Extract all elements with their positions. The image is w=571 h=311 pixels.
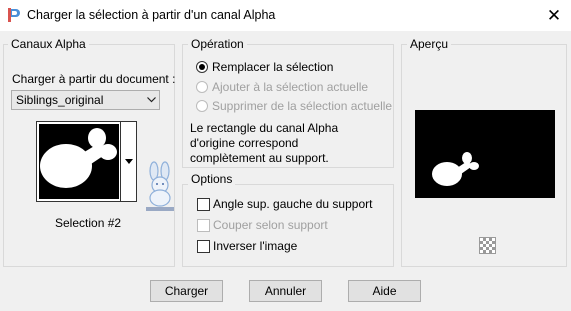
checkbox-box — [197, 239, 210, 253]
source-document-label: Charger à partir du document : — [12, 72, 176, 86]
channel-thumbnail-select[interactable] — [36, 121, 137, 202]
radio-subtract-selection[interactable]: Supprimer de la sélection actuelle — [196, 99, 392, 113]
close-icon[interactable]: ✕ — [538, 1, 570, 30]
channel-name: Selection #2 — [55, 216, 122, 230]
options-label: Options — [188, 172, 236, 186]
checkbox-upper-left-label: Angle sup. gauche du support — [213, 197, 373, 211]
dropdown-arrow-icon — [125, 159, 133, 164]
operation-label: Opération — [188, 37, 247, 51]
checkbox-crop-to-canvas[interactable]: Couper selon support — [197, 218, 328, 232]
checkbox-box — [197, 218, 210, 232]
document-select[interactable]: Siblings_original — [11, 90, 160, 110]
help-button[interactable]: Aide — [348, 280, 421, 302]
preview-label: Aperçu — [407, 37, 452, 51]
checkbox-upper-left-corner[interactable]: Angle sup. gauche du support — [197, 197, 372, 211]
radio-dot — [199, 64, 205, 70]
radio-button — [196, 100, 208, 112]
chevron-down-icon — [143, 97, 159, 103]
load-button[interactable]: Charger — [150, 280, 223, 302]
checkbox-invert-label: Inverser l'image — [213, 239, 298, 253]
radio-add-label: Ajouter à la sélection actuelle — [212, 80, 369, 94]
preview-image — [415, 110, 555, 198]
radio-button — [196, 61, 208, 73]
alpha-channels-label: Canaux Alpha — [8, 37, 89, 51]
mascot-rabbit-icon — [146, 161, 174, 211]
transparency-toggle-icon[interactable] — [479, 237, 496, 254]
radio-subtract-label: Supprimer de la sélection actuelle — [212, 99, 393, 113]
radio-replace-label: Remplacer la sélection — [212, 60, 334, 74]
checkbox-invert-image[interactable]: Inverser l'image — [197, 239, 297, 253]
radio-replace-selection[interactable]: Remplacer la sélection — [196, 60, 333, 74]
checkbox-crop-label: Couper selon support — [213, 218, 328, 232]
document-select-value: Siblings_original — [16, 93, 104, 107]
radio-button — [196, 81, 208, 93]
app-logo-icon — [8, 8, 20, 22]
checkbox-box — [197, 197, 210, 211]
thumbnail-divider — [120, 122, 121, 201]
radio-add-selection[interactable]: Ajouter à la sélection actuelle — [196, 80, 368, 94]
window-title: Charger la sélection à partir d'un canal… — [27, 8, 276, 22]
channel-thumbnail-image — [39, 124, 119, 199]
operation-description: Le rectangle du canal Alpha d'origine co… — [190, 121, 339, 165]
cancel-button[interactable]: Annuler — [249, 280, 322, 302]
